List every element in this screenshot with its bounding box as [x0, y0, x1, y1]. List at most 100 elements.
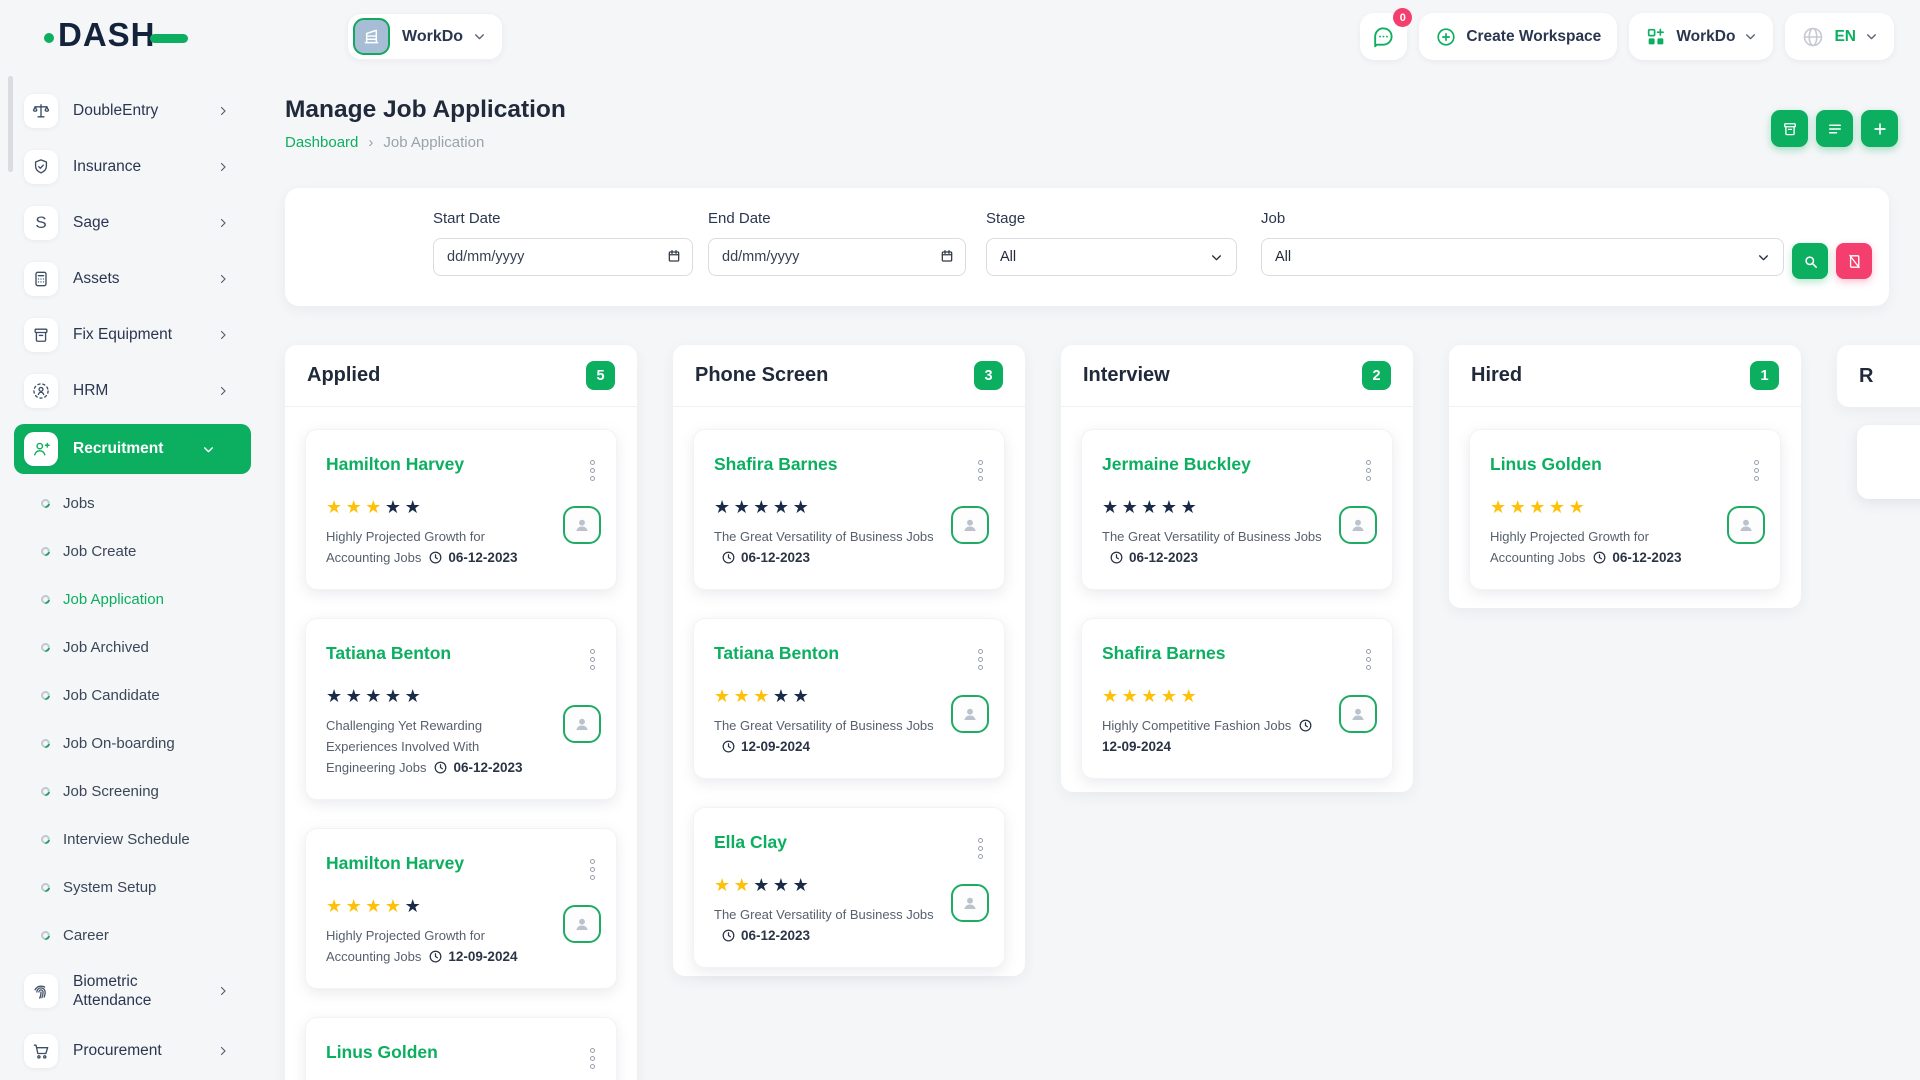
sidebar-item-label: HRM	[73, 382, 108, 400]
applicant-card[interactable]: Tatiana Benton ★★★★★ Challenging Yet Rew…	[305, 618, 617, 800]
user-plus-icon	[24, 432, 58, 466]
list-view-button[interactable]	[1816, 110, 1853, 147]
archive-button[interactable]	[1771, 110, 1808, 147]
applied-date: 06-12-2023	[1129, 550, 1198, 565]
applicant-name[interactable]: Hamilton Harvey	[326, 454, 464, 475]
filter-reset-button[interactable]	[1836, 243, 1872, 279]
messages-button[interactable]: 0	[1360, 13, 1407, 60]
applicant-card[interactable]	[1857, 425, 1920, 499]
sidebar-item-job-archived[interactable]: Job Archived	[0, 623, 265, 671]
sidebar-item-procurement[interactable]: Procurement	[0, 1023, 265, 1079]
avatar[interactable]	[951, 884, 989, 922]
avatar[interactable]	[951, 506, 989, 544]
sidebar-item-insurance[interactable]: Insurance	[0, 139, 265, 195]
add-button[interactable]	[1861, 110, 1898, 147]
applicant-name[interactable]: Jermaine Buckley	[1102, 454, 1251, 475]
sidebar-item-job-create[interactable]: Job Create	[0, 527, 265, 575]
card-menu-icon[interactable]	[587, 457, 598, 484]
sidebar-item-job-candidate[interactable]: Job Candidate	[0, 671, 265, 719]
end-date-input[interactable]	[708, 238, 966, 276]
sidebar-item-system-setup[interactable]: System Setup	[0, 863, 265, 911]
chevron-right-icon	[217, 217, 229, 229]
applicant-card[interactable]: Linus Golden	[305, 1017, 617, 1080]
chat-bubble-icon	[1371, 24, 1396, 49]
workspace-selector[interactable]: WorkDo	[347, 13, 503, 60]
chevron-right-icon	[217, 329, 229, 341]
chevron-right-icon	[217, 385, 229, 397]
sidebar-item-doubleentry[interactable]: DoubleEntry	[0, 83, 265, 139]
create-workspace-label: Create Workspace	[1466, 28, 1601, 46]
filter-search-button[interactable]	[1792, 243, 1828, 279]
card-menu-icon[interactable]	[1751, 457, 1762, 484]
sidebar-item-job-screening[interactable]: Job Screening	[0, 767, 265, 815]
applicant-name[interactable]: Hamilton Harvey	[326, 853, 464, 874]
create-workspace-button[interactable]: Create Workspace	[1419, 13, 1617, 60]
kanban-column-partial: R	[1837, 345, 1920, 845]
sidebar-item-biometric-attendance[interactable]: Biometric Attendance	[0, 959, 265, 1023]
card-menu-icon[interactable]	[975, 457, 986, 484]
sidebar-item-job-application[interactable]: Job Application	[0, 575, 265, 623]
applicant-name[interactable]: Tatiana Benton	[714, 643, 839, 664]
clock-icon	[428, 550, 443, 565]
bullet-icon	[39, 833, 52, 846]
applicant-card[interactable]: Linus Golden ★★★★★ Highly Projected Grow…	[1469, 429, 1781, 590]
sidebar-item-job-onboarding[interactable]: Job On-boarding	[0, 719, 265, 767]
breadcrumb-separator: ›	[368, 134, 373, 151]
start-date-input[interactable]	[433, 238, 693, 276]
sidebar-item-interview-schedule[interactable]: Interview Schedule	[0, 815, 265, 863]
applicant-name[interactable]: Ella Clay	[714, 832, 787, 853]
applicant-name[interactable]: Tatiana Benton	[326, 643, 451, 664]
card-body: Challenging Yet Rewarding Experiences In…	[326, 715, 546, 779]
job-select[interactable]: All	[1261, 238, 1784, 276]
card-menu-icon[interactable]	[975, 835, 986, 862]
avatar[interactable]	[563, 705, 601, 743]
avatar[interactable]	[1727, 506, 1765, 544]
sidebar-item-assets[interactable]: Assets	[0, 251, 265, 307]
submenu-label: Job Screening	[63, 783, 159, 800]
card-menu-icon[interactable]	[587, 646, 598, 673]
applicant-name[interactable]: Shafira Barnes	[1102, 643, 1226, 664]
avatar[interactable]	[563, 905, 601, 943]
card-menu-icon[interactable]	[1363, 457, 1374, 484]
applicant-card[interactable]: Jermaine Buckley ★★★★★ The Great Versati…	[1081, 429, 1393, 590]
rating-stars: ★★★★★	[326, 897, 598, 915]
applicant-card[interactable]: Hamilton Harvey ★★★★★ Highly Projected G…	[305, 828, 617, 989]
applicant-name[interactable]: Linus Golden	[326, 1042, 438, 1063]
sidebar-item-career[interactable]: Career	[0, 911, 265, 959]
avatar[interactable]	[1339, 695, 1377, 733]
applicant-name[interactable]: Shafira Barnes	[714, 454, 838, 475]
card-menu-icon[interactable]	[975, 646, 986, 673]
applicant-name[interactable]: Linus Golden	[1490, 454, 1602, 475]
stage-select[interactable]: All	[986, 238, 1237, 276]
breadcrumb-dashboard-link[interactable]: Dashboard	[285, 134, 358, 151]
applicant-card[interactable]: Ella Clay ★★★★★ The Great Versatility of…	[693, 807, 1005, 968]
calendar-icon[interactable]	[666, 248, 682, 264]
kanban-column-hired: Hired 1 Linus Golden ★★★★★ Highly Projec…	[1449, 345, 1801, 608]
card-menu-icon[interactable]	[587, 856, 598, 883]
card-menu-icon[interactable]	[587, 1045, 598, 1072]
cart-icon	[24, 1034, 58, 1068]
grid-plus-icon	[1645, 26, 1667, 48]
stage-label: Stage	[986, 210, 1237, 227]
workspace-menu-button[interactable]: WorkDo	[1629, 13, 1773, 60]
sidebar-item-sage[interactable]: S Sage	[0, 195, 265, 251]
kanban-column-applied: Applied 5 Hamilton Harvey ★★★★★ Highly P…	[285, 345, 637, 1080]
sidebar-item-fix-equipment[interactable]: Fix Equipment	[0, 307, 265, 363]
applicant-card[interactable]: Hamilton Harvey ★★★★★ Highly Projected G…	[305, 429, 617, 590]
card-menu-icon[interactable]	[1363, 646, 1374, 673]
sidebar-item-label: Assets	[73, 270, 120, 288]
applicant-card[interactable]: Tatiana Benton ★★★★★ The Great Versatili…	[693, 618, 1005, 779]
language-selector[interactable]: EN	[1785, 13, 1894, 60]
fingerprint-icon	[24, 974, 58, 1008]
page-actions	[1771, 110, 1898, 147]
avatar[interactable]	[563, 506, 601, 544]
avatar[interactable]	[1339, 506, 1377, 544]
avatar[interactable]	[951, 695, 989, 733]
sidebar-item-hrm[interactable]: HRM	[0, 363, 265, 419]
applicant-card[interactable]: Shafira Barnes ★★★★★ Highly Competitive …	[1081, 618, 1393, 779]
calendar-icon[interactable]	[939, 248, 955, 264]
sidebar-item-recruitment[interactable]: Recruitment	[14, 424, 251, 474]
sidebar-item-jobs[interactable]: Jobs	[0, 479, 265, 527]
chevron-down-icon	[1865, 30, 1878, 43]
applicant-card[interactable]: Shafira Barnes ★★★★★ The Great Versatili…	[693, 429, 1005, 590]
